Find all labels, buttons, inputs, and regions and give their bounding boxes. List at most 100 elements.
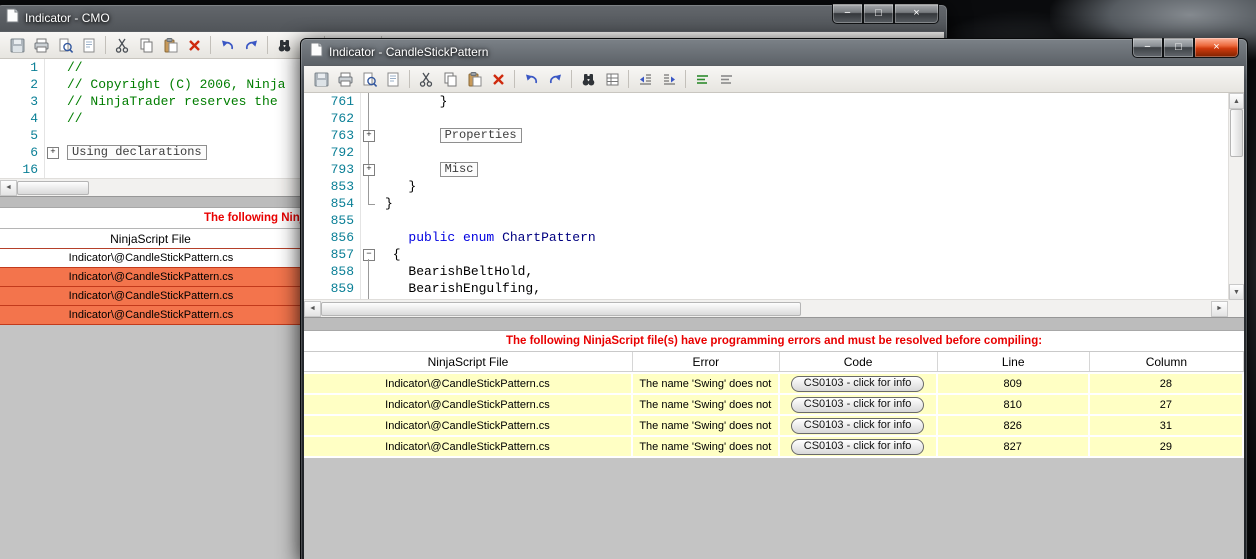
column-header[interactable]: Line (938, 352, 1090, 371)
column-header[interactable]: NinjaScript File (0, 229, 302, 248)
outdent-icon[interactable] (634, 68, 656, 90)
column-header[interactable]: Error (633, 352, 780, 371)
titlebar[interactable]: Indicator - CMO (0, 4, 948, 31)
print-icon[interactable] (334, 68, 356, 90)
print-icon[interactable] (30, 34, 52, 56)
comment-icon[interactable] (691, 68, 713, 90)
line-number: 793 (330, 162, 354, 177)
paste-icon[interactable] (159, 34, 181, 56)
window-indicator-candlestickpattern: Indicator - CandleStickPattern − □ × 761… (300, 38, 1248, 559)
cut-icon[interactable] (415, 68, 437, 90)
code-text: Misc (377, 161, 479, 178)
find-icon[interactable] (273, 34, 295, 56)
copy-icon[interactable] (439, 68, 461, 90)
fold-margin (44, 110, 59, 127)
maximize-icon: □ (1175, 41, 1182, 53)
fold-margin (360, 212, 377, 229)
undo-icon[interactable] (216, 34, 238, 56)
preview-icon[interactable] (358, 68, 380, 90)
fold-collapse-icon[interactable]: − (363, 249, 375, 261)
preview-icon[interactable] (54, 34, 76, 56)
error-row[interactable]: Indicator\@CandleStickPattern.cs The name… (304, 416, 1244, 435)
scroll-left-button[interactable]: ◄ (304, 300, 321, 317)
toolbar-separator (514, 70, 515, 88)
find-icon[interactable] (577, 68, 599, 90)
save-icon[interactable] (310, 68, 332, 90)
properties-icon[interactable] (78, 34, 100, 56)
save-icon[interactable] (6, 34, 28, 56)
error-cell: Indicator\@CandleStickPattern.cs (68, 290, 234, 302)
fold-expand-icon[interactable]: + (47, 147, 59, 159)
error-code-button[interactable]: CS0103 - click for info (790, 417, 925, 434)
maximize-button[interactable]: □ (863, 4, 894, 24)
code-line: 792 (304, 144, 1228, 161)
undo-icon[interactable] (520, 68, 542, 90)
delete-icon[interactable] (487, 68, 509, 90)
error-row[interactable]: Indicator\@CandleStickPattern.cs The name… (304, 395, 1244, 414)
toolbar-separator (210, 36, 211, 54)
indent-icon[interactable] (658, 68, 680, 90)
code-line: 858 BearishBeltHold, (304, 263, 1228, 280)
uncomment-icon[interactable] (715, 68, 737, 90)
scrollbar-thumb[interactable] (1230, 109, 1243, 157)
error-code-button[interactable]: CS0103 - click for info (790, 375, 925, 392)
panel-splitter[interactable] (304, 317, 1244, 331)
column-header[interactable]: Code (780, 352, 938, 371)
line-number: 4 (30, 111, 38, 126)
code-text: // NinjaTrader reserves the (67, 94, 278, 109)
desktop-background: Indicator - CMO − □ × 1 // 2 // Copyright (… (0, 0, 1256, 559)
error-row[interactable]: Indicator\@CandleStickPattern.cs The name… (304, 437, 1244, 456)
toolbar-separator (267, 36, 268, 54)
code-text: // (67, 111, 83, 126)
code-line: 761 } (304, 93, 1228, 110)
delete-icon[interactable] (183, 34, 205, 56)
error-cell: 810 (937, 395, 1090, 414)
collapsed-region[interactable]: Misc (439, 162, 479, 177)
cut-icon[interactable] (111, 34, 133, 56)
fold-margin (360, 195, 377, 212)
error-cell: CS0103 - click for info (779, 374, 938, 393)
scrollbar-thumb[interactable] (17, 180, 89, 195)
fold-margin (360, 178, 377, 195)
bookmarks-icon[interactable] (601, 68, 623, 90)
fold-expand-icon[interactable]: + (363, 164, 375, 176)
code-editor[interactable]: 761 } 762 763 + Properties 792 793 + Misc 853 }… (304, 93, 1244, 317)
code-text: } (385, 94, 448, 109)
error-code-button[interactable]: CS0103 - click for info (790, 396, 925, 413)
scroll-down-button[interactable]: ▼ (1229, 284, 1244, 300)
scrollbar-thumb[interactable] (321, 301, 801, 316)
column-header[interactable]: NinjaScript File (304, 352, 633, 371)
copy-icon[interactable] (135, 34, 157, 56)
scroll-up-button[interactable]: ▲ (1229, 93, 1244, 109)
close-button[interactable]: × (1194, 38, 1239, 58)
properties-icon[interactable] (382, 68, 404, 90)
minimize-button[interactable]: − (832, 4, 863, 24)
error-cell: Indicator\@CandleStickPattern.cs (304, 395, 633, 414)
error-cell: Indicator\@CandleStickPattern.cs (304, 416, 633, 435)
minimize-button[interactable]: − (1132, 38, 1163, 58)
titlebar[interactable]: Indicator - CandleStickPattern (300, 38, 1248, 65)
fold-margin (44, 76, 59, 93)
scroll-left-button[interactable]: ◄ (0, 179, 17, 196)
error-cell: The name 'Swing' does not (633, 416, 780, 435)
redo-icon[interactable] (544, 68, 566, 90)
scroll-right-button[interactable]: ► (1211, 300, 1228, 317)
fold-margin (360, 93, 377, 110)
error-code-button[interactable]: CS0103 - click for info (790, 438, 925, 455)
line-number: 855 (330, 213, 354, 228)
code-text: Using declarations (59, 144, 207, 161)
error-row[interactable]: Indicator\@CandleStickPattern.cs The name… (304, 374, 1244, 393)
close-button[interactable]: × (894, 4, 939, 24)
maximize-button[interactable]: □ (1163, 38, 1194, 58)
collapsed-region[interactable]: Properties (439, 128, 522, 143)
code-line: 859 BearishEngulfing, (304, 280, 1228, 297)
paste-icon[interactable] (463, 68, 485, 90)
redo-icon[interactable] (240, 34, 262, 56)
fold-margin: − (360, 246, 377, 263)
close-icon: × (1213, 41, 1220, 53)
collapsed-region[interactable]: Using declarations (67, 145, 207, 160)
fold-expand-icon[interactable]: + (363, 130, 375, 142)
code-text: BearishEngulfing, (385, 281, 542, 296)
column-header[interactable]: Column (1090, 352, 1244, 371)
